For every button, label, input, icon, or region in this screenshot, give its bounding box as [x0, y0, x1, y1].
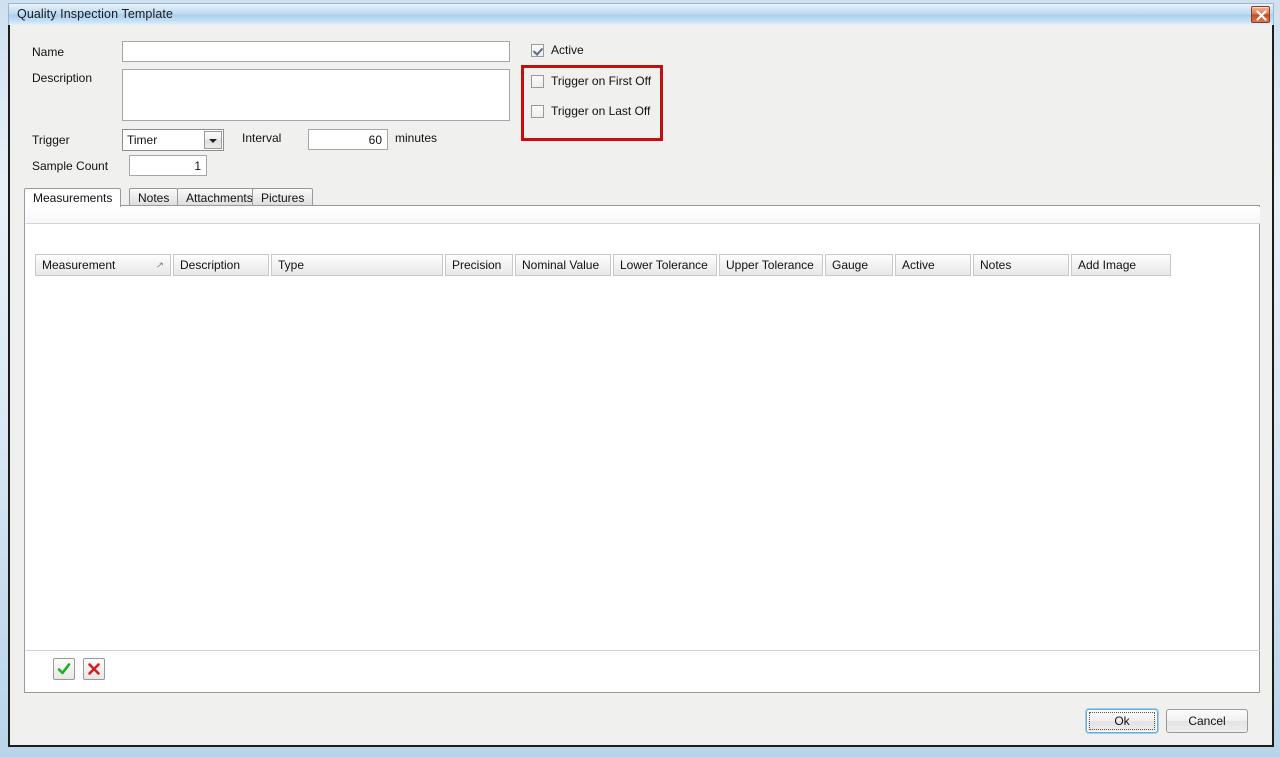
interval-label: Interval: [242, 131, 282, 145]
trigger-first-off-checkbox[interactable]: [531, 75, 544, 88]
accept-row-button[interactable]: [53, 658, 75, 680]
grid-column-header[interactable]: Active: [895, 254, 971, 276]
interval-input[interactable]: [308, 129, 388, 150]
grid-column-header-label: Description: [180, 258, 241, 272]
grid-column-header-label: Measurement: [42, 258, 116, 272]
grid-column-header[interactable]: Lower Tolerance: [613, 254, 717, 276]
grid-column-header[interactable]: Upper Tolerance: [719, 254, 823, 276]
grid-header-row: Measurement ↗ Description Type Precision Nomi…: [35, 254, 1173, 276]
measurements-tab-panel: Measurement ↗ Description Type Precision Nomi…: [24, 205, 1260, 693]
trigger-select-value: Timer: [127, 133, 158, 147]
grid-column-header-label: Lower Tolerance: [620, 258, 708, 272]
grid-column-header[interactable]: Type: [271, 254, 443, 276]
description-input[interactable]: [122, 69, 510, 121]
chevron-down-icon[interactable]: [204, 131, 222, 149]
active-checkbox-label: Active: [551, 43, 584, 57]
grid-column-header-label: Precision: [452, 258, 502, 272]
trigger-last-off-checkbox-label: Trigger on Last Off: [551, 104, 651, 118]
grid-column-header[interactable]: Nominal Value: [515, 254, 611, 276]
close-glyph: [1256, 10, 1267, 21]
tab-measurements[interactable]: Measurements: [24, 188, 122, 207]
grid-column-header-label: Nominal Value: [522, 258, 600, 272]
dialog-client-area: Name Description Trigger Timer Interval …: [8, 25, 1274, 747]
tab-attachments-label: Attachments: [186, 191, 253, 205]
grid-column-header-label: Active: [902, 258, 935, 272]
trigger-first-off-checkbox-label: Trigger on First Off: [551, 74, 652, 88]
grid-column-header[interactable]: Measurement ↗: [35, 254, 171, 276]
grid-column-header-label: Type: [278, 258, 305, 272]
grid-toolbar: [26, 207, 1260, 224]
cancel-button[interactable]: Cancel: [1166, 709, 1248, 733]
active-checkbox[interactable]: [531, 44, 544, 57]
sort-indicator-icon: ↗: [155, 261, 164, 270]
grid-column-header[interactable]: Add Image: [1071, 254, 1171, 276]
grid-body[interactable]: [35, 276, 1251, 654]
grid-column-header[interactable]: Notes: [973, 254, 1069, 276]
cancel-button-label: Cancel: [1188, 714, 1226, 728]
window-title: Quality Inspection Template: [17, 7, 174, 21]
grid-column-header[interactable]: Precision: [445, 254, 513, 276]
name-label: Name: [32, 45, 65, 59]
sample-count-input[interactable]: [129, 155, 207, 176]
close-icon[interactable]: [1251, 6, 1270, 23]
ok-button[interactable]: Ok: [1086, 709, 1158, 733]
trigger-last-off-checkbox[interactable]: [531, 105, 544, 118]
grid-column-header-label: Notes: [980, 258, 1012, 272]
description-label: Description: [32, 71, 93, 85]
grid-column-header-label: Upper Tolerance: [726, 258, 814, 272]
trigger-select[interactable]: Timer: [122, 129, 224, 151]
grid-column-header[interactable]: Description: [173, 254, 269, 276]
cancel-row-button[interactable]: [83, 658, 105, 680]
ok-button-label: Ok: [1114, 714, 1130, 728]
grid-column-header-label: Gauge: [832, 258, 869, 272]
tab-bar: Measurements Notes Attachments Pictures: [24, 188, 1259, 207]
tab-attachments[interactable]: Attachments: [177, 188, 262, 206]
tab-measurements-label: Measurements: [33, 191, 113, 205]
sample-count-label: Sample Count: [32, 159, 109, 173]
check-icon: [57, 663, 71, 675]
name-input[interactable]: [122, 41, 510, 62]
measurements-grid: Measurement ↗ Description Type Precision Nomi…: [35, 226, 1251, 666]
grid-column-header[interactable]: Gauge: [825, 254, 893, 276]
tab-pictures-label: Pictures: [261, 191, 305, 205]
tab-notes[interactable]: Notes: [129, 188, 179, 206]
grid-column-header-label: Add Image: [1078, 258, 1137, 272]
interval-units-label: minutes: [395, 131, 438, 145]
tab-notes-label: Notes: [138, 191, 170, 205]
trigger-label: Trigger: [32, 133, 70, 147]
grid-footer-separator: [26, 650, 1260, 651]
cross-icon: [88, 663, 100, 675]
tab-pictures[interactable]: Pictures: [252, 188, 314, 206]
window-titlebar[interactable]: Quality Inspection Template: [8, 3, 1274, 25]
